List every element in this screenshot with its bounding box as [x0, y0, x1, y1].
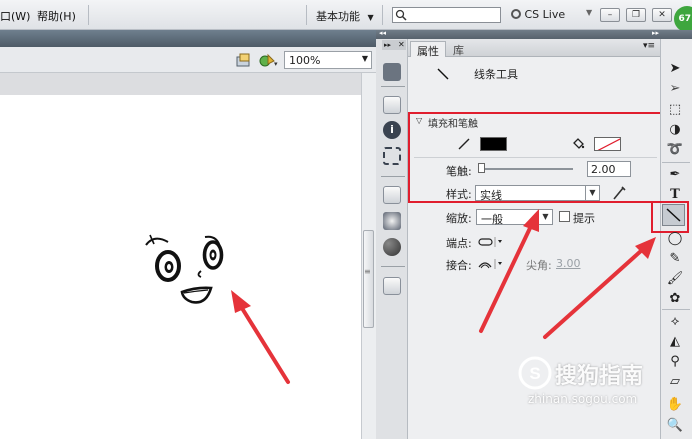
svg-text:S: S	[529, 364, 540, 383]
sogou-logo-icon: S	[518, 356, 552, 390]
watermark-url: zhinan.sogou.com	[528, 392, 638, 406]
watermark-text: 搜狗指南	[555, 364, 644, 389]
